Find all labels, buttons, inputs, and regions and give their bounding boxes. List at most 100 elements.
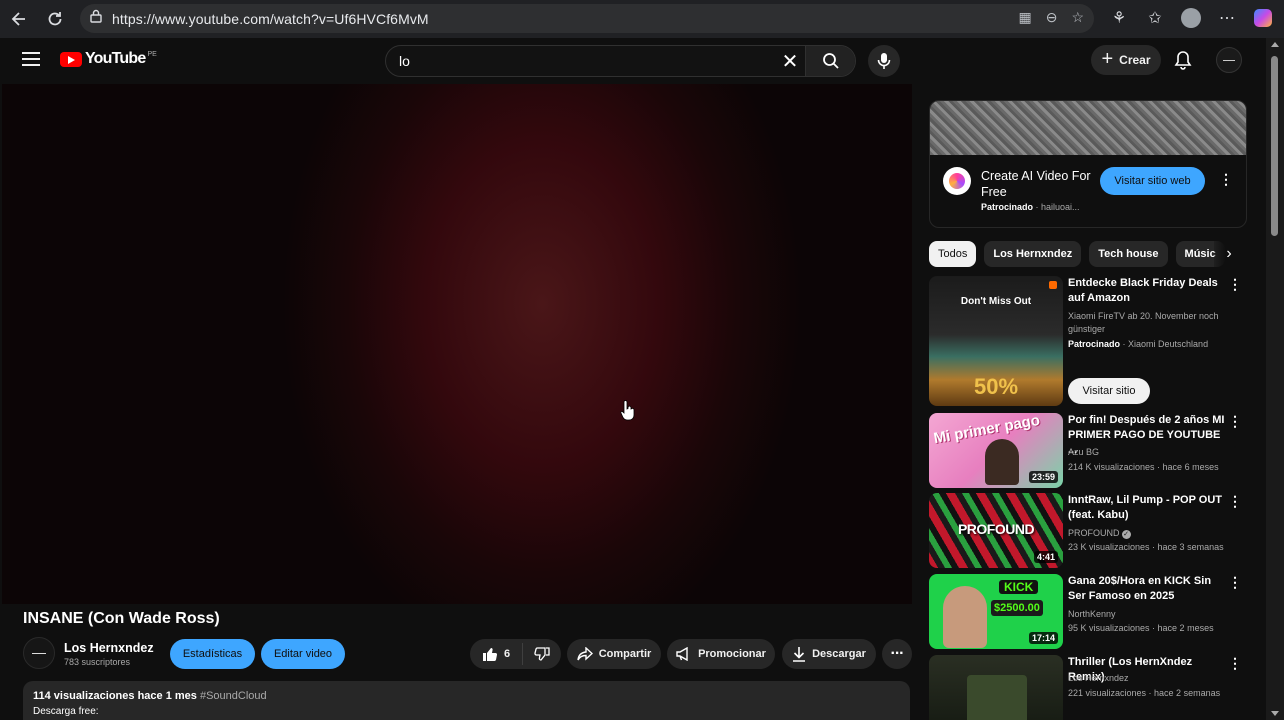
profile-icon[interactable]: [1180, 4, 1202, 32]
description-text: Descarga free:: [33, 706, 99, 717]
video-menu-icon[interactable]: ⋮: [1228, 493, 1242, 510]
channel-avatar[interactable]: [23, 637, 55, 669]
more-actions-icon[interactable]: ···: [882, 639, 912, 669]
video-menu-icon[interactable]: ⋮: [1228, 413, 1242, 430]
reload-icon[interactable]: [38, 2, 72, 36]
video-meta: 214 K visualizaciones · hace 6 meses: [1068, 462, 1219, 472]
browser-toolbar: https://www.youtube.com/watch?v=Uf6HVCf6…: [0, 0, 1284, 38]
video-title[interactable]: Entdecke Black Friday Deals auf Amazon: [1068, 276, 1230, 306]
video-title: INSANE (Con Wade Ross): [23, 610, 220, 627]
video-meta: Patrocinado · Xiaomi Deutschland: [1068, 339, 1209, 349]
sponsored-ad-card[interactable]: Create AI Video For Free Patrocinado · h…: [929, 100, 1247, 228]
download-icon: [793, 647, 806, 662]
channel-name[interactable]: PROFOUND ✓: [1068, 527, 1233, 540]
browser-menu-icon[interactable]: ⋯: [1216, 4, 1238, 32]
brand-badge-icon: [1049, 281, 1057, 289]
video-thumbnail[interactable]: KICK $2500.00 17:14: [929, 574, 1063, 649]
back-icon[interactable]: [2, 2, 36, 36]
search-input[interactable]: lo: [399, 53, 775, 69]
channel-name[interactable]: Los Hernxndez: [64, 641, 154, 655]
like-dislike-group: 6: [470, 639, 561, 669]
create-button[interactable]: + Crear: [1091, 45, 1161, 75]
promote-button[interactable]: Promocionar: [667, 639, 775, 669]
ad-title: Create AI Video For Free: [981, 169, 1091, 199]
video-menu-icon[interactable]: ⋮: [1228, 276, 1242, 293]
url-text: https://www.youtube.com/watch?v=Uf6HVCf6…: [112, 10, 429, 27]
zoom-icon[interactable]: ⊖: [1046, 9, 1058, 26]
dislike-button[interactable]: [523, 646, 561, 662]
voice-search-button[interactable]: [868, 45, 900, 77]
search-box[interactable]: lo ✕: [385, 45, 856, 77]
channel-name[interactable]: Los Hernxndez: [1068, 672, 1233, 685]
clear-search-icon[interactable]: ✕: [775, 49, 805, 74]
channel-name[interactable]: NorthKenny: [1068, 608, 1233, 621]
video-description: Xiaomi FireTV ab 20. November noch günst…: [1068, 311, 1219, 334]
artwork-image: [967, 675, 1027, 720]
favorites-icon[interactable]: ✩: [1144, 4, 1166, 32]
chip-tech-house[interactable]: Tech house: [1089, 241, 1168, 267]
hashtag-link[interactable]: #SoundCloud: [200, 690, 267, 702]
thumbs-up-icon: [482, 647, 497, 662]
thumbs-down-icon: [534, 647, 550, 661]
person-image: [985, 439, 1019, 485]
video-duration: 23:59: [1028, 471, 1058, 483]
scroll-up-icon[interactable]: [1271, 42, 1279, 47]
reader-mode-icon[interactable]: ▦: [1018, 9, 1031, 26]
video-menu-icon[interactable]: ⋮: [1228, 574, 1242, 591]
like-button[interactable]: 6: [470, 643, 523, 665]
youtube-logo[interactable]: YouTube PE: [60, 50, 157, 68]
video-thumbnail[interactable]: Mi primer pago 23:59: [929, 413, 1063, 488]
video-title[interactable]: Gana 20$/Hora en KICK Sin Ser Famoso en …: [1068, 574, 1230, 604]
youtube-header: YouTube PE lo ✕ + Crear: [0, 38, 1266, 84]
description-box[interactable]: 114 visualizaciones hace 1 mes #SoundClo…: [23, 681, 910, 720]
visit-site-button[interactable]: Visitar sitio: [1068, 378, 1150, 404]
scroll-thumb[interactable]: [1271, 56, 1278, 236]
share-button[interactable]: Compartir: [567, 639, 661, 669]
video-player[interactable]: [2, 84, 912, 604]
ad-menu-icon[interactable]: ⋮: [1219, 171, 1233, 188]
list-item[interactable]: KICK $2500.00 17:14 Gana 20$/Hora en KIC…: [929, 574, 1247, 649]
statistics-button[interactable]: Estadísticas: [170, 639, 255, 669]
video-thumbnail[interactable]: [929, 655, 1063, 720]
advertiser-logo-icon: [943, 167, 971, 195]
video-thumbnail[interactable]: PROFOUND 4:41: [929, 493, 1063, 568]
like-count: 6: [503, 648, 511, 660]
channel-name[interactable]: Azu BG: [1068, 446, 1233, 459]
list-item[interactable]: Mi primer pago 23:59 Por fin! Después de…: [929, 413, 1247, 488]
page-scrollbar[interactable]: [1266, 38, 1284, 720]
microphone-icon: [877, 53, 891, 69]
notifications-bell-icon[interactable]: [1171, 48, 1195, 72]
ad-banner-image: [930, 101, 1246, 155]
search-button[interactable]: [805, 46, 855, 76]
hamburger-menu-icon[interactable]: [22, 52, 40, 66]
favorite-star-icon[interactable]: ☆: [1071, 9, 1084, 26]
extensions-icon[interactable]: ⚘: [1108, 4, 1130, 32]
chip-los-hernxndez[interactable]: Los Hernxndez: [984, 241, 1082, 267]
video-meta: 23 K visualizaciones · hace 3 semanas: [1068, 542, 1224, 552]
chevron-right-icon[interactable]: ›: [1214, 241, 1244, 267]
account-avatar[interactable]: [1216, 47, 1242, 73]
video-title[interactable]: InntRaw, Lil Pump - POP OUT (feat. Kabu): [1068, 493, 1230, 523]
video-meta: 95 K visualizaciones · hace 2 meses: [1068, 623, 1214, 633]
list-item[interactable]: Thriller (Los HernXndez Remix) Los Hernx…: [929, 655, 1247, 720]
filter-chips: Todos Los Hernxndez Tech house Músic: [929, 241, 1247, 267]
video-duration: 4:41: [1033, 551, 1058, 563]
download-button[interactable]: Descargar: [782, 639, 876, 669]
address-bar[interactable]: https://www.youtube.com/watch?v=Uf6HVCf6…: [80, 4, 1094, 33]
search-icon: [822, 53, 839, 69]
plus-icon: +: [1101, 47, 1114, 70]
video-duration: 17:14: [1028, 632, 1058, 644]
visit-website-button[interactable]: Visitar sitio web: [1100, 167, 1205, 195]
video-thumbnail[interactable]: Don't Miss Out 50%: [929, 276, 1063, 406]
ad-meta: Patrocinado · hailuoai...: [981, 202, 1080, 212]
copilot-icon[interactable]: [1252, 4, 1274, 32]
chip-todos[interactable]: Todos: [929, 241, 977, 267]
list-item[interactable]: Don't Miss Out 50% Entdecke Black Friday…: [929, 276, 1247, 406]
scroll-down-icon[interactable]: [1271, 711, 1279, 716]
views-and-date: 114 visualizaciones hace 1 mes: [33, 690, 197, 702]
video-menu-icon[interactable]: ⋮: [1228, 655, 1242, 672]
edit-video-button[interactable]: Editar video: [261, 639, 345, 669]
person-image: [943, 586, 987, 648]
video-meta: 221 visualizaciones · hace 2 semanas: [1068, 688, 1221, 698]
list-item[interactable]: PROFOUND 4:41 InntRaw, Lil Pump - POP OU…: [929, 493, 1247, 568]
